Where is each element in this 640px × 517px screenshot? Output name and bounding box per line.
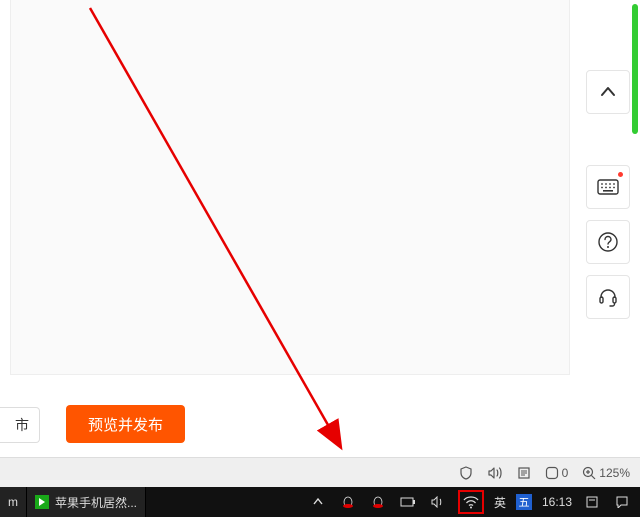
notification-dot	[618, 172, 623, 177]
tray-battery-icon[interactable]	[398, 487, 418, 517]
taskbar-app-partial[interactable]: m	[0, 487, 27, 517]
tray-speaker-icon[interactable]	[428, 487, 448, 517]
taskbar: m 苹果手机居然...	[0, 487, 640, 517]
keyboard-icon	[597, 179, 619, 195]
tray-qq-icon-2[interactable]	[368, 487, 388, 517]
tray-chevron-up[interactable]	[308, 487, 328, 517]
speaker-icon	[487, 466, 503, 480]
publish-button-label: 预览并发布	[88, 414, 163, 435]
ime-mode[interactable]: 五	[516, 494, 532, 510]
clock-text: 16:13	[542, 495, 572, 509]
preview-publish-button[interactable]: 预览并发布	[66, 405, 185, 443]
headset-icon	[597, 286, 619, 308]
help-icon	[597, 231, 619, 253]
scroll-progress-indicator	[632, 4, 638, 134]
play-icon	[35, 495, 49, 509]
taskbar-left: m 苹果手机居然...	[0, 487, 146, 517]
wifi-icon	[463, 495, 479, 509]
ime-language[interactable]: 英	[494, 487, 506, 517]
badge-icon	[545, 466, 559, 480]
taskbar-app-browser[interactable]: 苹果手机居然...	[27, 487, 146, 517]
partial-left-button[interactable]: 市	[0, 407, 40, 443]
zoom-control[interactable]: 125%	[578, 464, 634, 482]
browser-status-bar: 0 125%	[0, 457, 640, 487]
zoom-in-icon	[582, 466, 596, 480]
taskbar-tray: 英 五 16:13	[308, 487, 640, 517]
block-count[interactable]: 0	[541, 464, 573, 482]
taskbar-clock[interactable]: 16:13	[542, 495, 572, 509]
reader-status[interactable]	[513, 464, 535, 482]
reader-icon	[517, 466, 531, 480]
app-content-area	[0, 0, 606, 457]
right-side-tools	[584, 0, 640, 457]
zoom-value: 125%	[599, 466, 630, 480]
speaker-status[interactable]	[483, 464, 507, 482]
block-count-value: 0	[562, 466, 569, 480]
shield-status[interactable]	[455, 464, 477, 482]
editor-panel	[10, 0, 570, 375]
ime-mode-text: 五	[518, 494, 529, 510]
tray-notifications-icon[interactable]	[582, 487, 602, 517]
tray-wifi-icon-highlighted[interactable]	[458, 490, 484, 514]
shield-icon	[459, 466, 473, 480]
support-button[interactable]	[586, 275, 630, 319]
scroll-top-button[interactable]	[586, 70, 630, 114]
ime-lang-text: 英	[494, 494, 506, 511]
taskbar-app-partial-text: m	[8, 495, 18, 509]
help-button[interactable]	[586, 220, 630, 264]
partial-button-text: 市	[15, 415, 29, 435]
taskbar-browser-title: 苹果手机居然...	[55, 494, 137, 511]
chevron-up-icon	[598, 82, 618, 102]
tray-qq-icon-1[interactable]	[338, 487, 358, 517]
tray-action-center-icon[interactable]	[612, 487, 632, 517]
keyboard-button[interactable]	[586, 165, 630, 209]
